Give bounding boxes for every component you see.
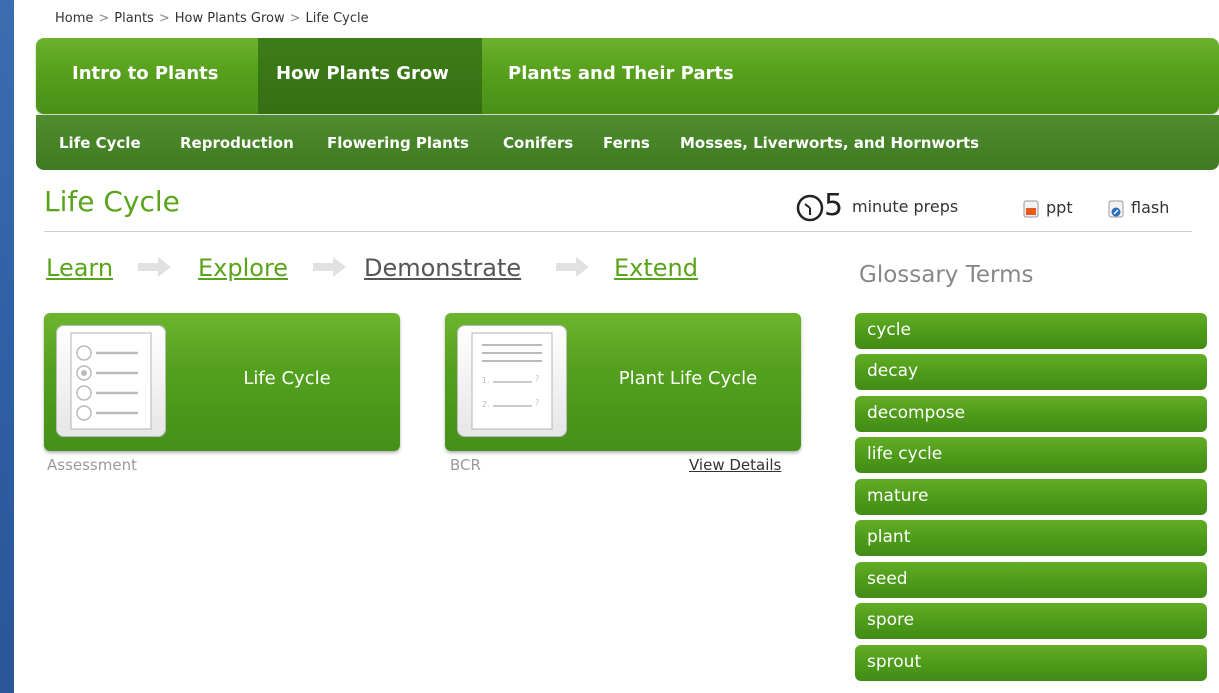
tab-how-plants-grow[interactable]: How Plants Grow	[258, 38, 482, 114]
card-type-label: Assessment	[47, 456, 137, 474]
preps-label: minute preps	[852, 197, 959, 216]
main-nav: Intro to Plants How Plants Grow Plants a…	[36, 38, 1219, 114]
glossary-term[interactable]: decompose	[855, 396, 1207, 432]
card-title: Plant Life Cycle	[618, 368, 758, 389]
svg-text:?: ?	[535, 398, 539, 407]
step-demonstrate: Demonstrate	[364, 254, 522, 282]
subtab-ferns[interactable]: Ferns	[603, 115, 650, 172]
svg-text:?: ?	[535, 374, 539, 383]
arrow-right-icon	[313, 257, 346, 277]
resource-card-plant-life-cycle[interactable]: 1. ? 2. ? Plant Life Cycle	[445, 313, 801, 451]
glossary-term[interactable]: plant	[855, 520, 1207, 556]
subtab-flowering-plants[interactable]: Flowering Plants	[327, 115, 469, 172]
subtab-life-cycle[interactable]: Life Cycle	[59, 115, 141, 172]
card-type-label: BCR	[450, 456, 481, 474]
breadcrumb-separator: >	[289, 11, 301, 26]
subtab-reproduction[interactable]: Reproduction	[180, 115, 294, 172]
step-extend[interactable]: Extend	[614, 254, 698, 282]
breadcrumb-separator: >	[98, 11, 110, 26]
subtab-conifers[interactable]: Conifers	[503, 115, 573, 172]
breadcrumb-how-plants-grow[interactable]: How Plants Grow	[175, 11, 285, 26]
glossary-term[interactable]: cycle	[855, 313, 1207, 349]
step-explore[interactable]: Explore	[198, 254, 288, 282]
title-divider	[44, 231, 1192, 232]
glossary-term[interactable]: sprout	[855, 645, 1207, 681]
svg-text:1.: 1.	[482, 376, 490, 385]
glossary-term[interactable]: life cycle	[855, 437, 1207, 473]
clock-icon	[796, 194, 824, 222]
flash-icon	[1108, 200, 1124, 217]
svg-text:2.: 2.	[482, 400, 490, 409]
breadcrumb: Home > Plants > How Plants Grow > Life Cycle	[55, 11, 369, 26]
resource-card-life-cycle[interactable]: Life Cycle	[44, 313, 400, 451]
view-details-link[interactable]: View Details	[689, 456, 781, 474]
glossary-term[interactable]: spore	[855, 603, 1207, 639]
preps-number: 5	[824, 188, 844, 223]
breadcrumb-plants[interactable]: Plants	[114, 11, 154, 26]
worksheet-icon: 1. ? 2. ?	[457, 325, 567, 437]
arrow-right-icon	[556, 257, 589, 277]
glossary-term[interactable]: mature	[855, 479, 1207, 515]
flash-label: flash	[1131, 198, 1170, 217]
sub-nav: Life Cycle Reproduction Flowering Plants…	[36, 115, 1219, 170]
breadcrumb-separator: >	[158, 11, 170, 26]
tab-intro-to-plants[interactable]: Intro to Plants	[58, 38, 233, 114]
step-learn[interactable]: Learn	[46, 254, 113, 282]
glossary-term[interactable]: seed	[855, 562, 1207, 598]
ppt-label: ppt	[1046, 198, 1073, 217]
ppt-icon	[1023, 200, 1039, 217]
tab-plants-and-their-parts[interactable]: Plants and Their Parts	[494, 38, 748, 114]
glossary-term[interactable]: decay	[855, 354, 1207, 390]
quiz-icon	[56, 325, 166, 437]
glossary-title: Glossary Terms	[859, 262, 1034, 288]
breadcrumb-life-cycle: Life Cycle	[305, 11, 369, 26]
subtab-mosses-liverworts-hornworts[interactable]: Mosses, Liverworts, and Hornworts	[680, 115, 979, 172]
arrow-right-icon	[138, 257, 171, 277]
breadcrumb-home[interactable]: Home	[55, 11, 93, 26]
flash-download[interactable]: flash	[1107, 198, 1169, 218]
page-title: Life Cycle	[44, 185, 180, 218]
ppt-download[interactable]: ppt	[1022, 198, 1073, 218]
card-title: Life Cycle	[243, 368, 331, 389]
page: Home > Plants > How Plants Grow > Life Cycle I…	[14, 0, 1219, 693]
